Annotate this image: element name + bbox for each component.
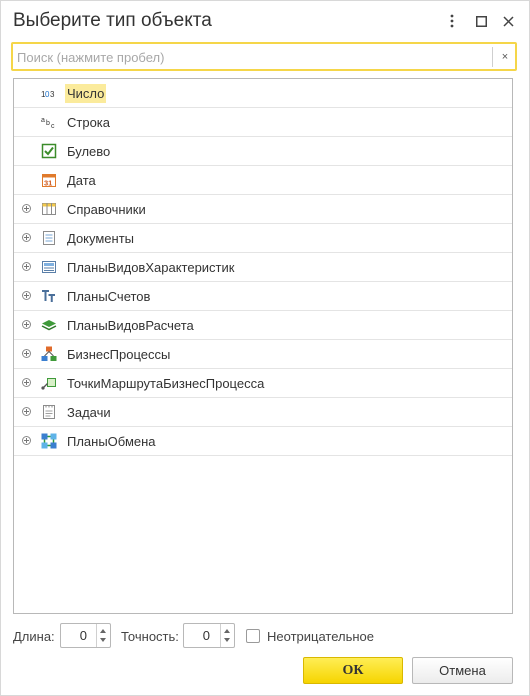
characteristics-plan-icon (41, 259, 57, 275)
expand-icon[interactable] (22, 407, 31, 416)
dialog-title: Выберите тип объекта (13, 10, 212, 31)
tree-item-route-points[interactable]: ТочкиМаршрутаБизнесПроцесса (14, 369, 512, 398)
tree-item-number[interactable]: 103 Число (14, 79, 512, 108)
tree-item-label: Дата (67, 173, 96, 188)
clear-search-icon[interactable]: × (495, 45, 515, 69)
tree-item-label: ПланыВидовРасчета (67, 318, 194, 333)
accounts-plan-icon (41, 288, 57, 304)
expand-icon[interactable] (22, 378, 31, 387)
svg-text:b: b (46, 120, 50, 127)
business-process-icon (41, 346, 57, 362)
tree-item-label: БизнесПроцессы (67, 347, 171, 362)
tree-item-label: Булево (67, 144, 111, 159)
tree-item-label: ПланыОбмена (67, 434, 156, 449)
svg-text:a: a (41, 117, 45, 124)
catalog-table-icon (41, 201, 57, 217)
calculation-plan-layers-icon (41, 317, 57, 333)
select-type-dialog: Выберите тип объекта × 103 Число abc Стр… (0, 0, 530, 696)
tree-item-date[interactable]: 31 Дата (14, 166, 512, 195)
expand-icon[interactable] (22, 320, 31, 329)
tree-item-string[interactable]: abc Строка (14, 108, 512, 137)
expand-icon[interactable] (22, 436, 31, 445)
search-divider (492, 47, 493, 67)
search-input[interactable] (17, 47, 487, 67)
boolean-checkbox-icon (41, 143, 57, 159)
tree-item-account-plans[interactable]: ПланыСчетов (14, 282, 512, 311)
tree-item-label: Число (65, 84, 107, 103)
nonnegative-checkbox[interactable] (246, 629, 260, 643)
number-icon: 103 (41, 85, 57, 101)
tree-item-label: ПланыСчетов (67, 289, 151, 304)
title-bar: Выберите тип объекта (1, 1, 529, 41)
svg-text:3: 3 (50, 90, 55, 99)
decrement-icon[interactable] (100, 638, 106, 642)
expand-icon[interactable] (22, 262, 31, 271)
svg-text:31: 31 (44, 179, 52, 188)
tree-item-exchange-plans[interactable]: ПланыОбмена (14, 427, 512, 456)
expand-icon[interactable] (22, 349, 31, 358)
ok-button[interactable]: ОК (303, 657, 403, 684)
tree-item-label: Справочники (67, 202, 146, 217)
calendar-date-icon: 31 (41, 172, 57, 188)
tree-item-boolean[interactable]: Булево (14, 137, 512, 166)
tree-item-catalogs[interactable]: Справочники (14, 195, 512, 224)
tree-item-label: Строка (67, 115, 111, 130)
increment-icon[interactable] (100, 629, 106, 633)
more-options-icon[interactable] (442, 11, 462, 31)
tree-item-characteristic-plans[interactable]: ПланыВидовХарактеристик (14, 253, 512, 282)
document-icon (41, 230, 57, 246)
task-icon (41, 404, 57, 420)
precision-stepper[interactable]: 0 (183, 623, 235, 648)
route-point-icon (41, 375, 57, 391)
length-value[interactable]: 0 (65, 628, 87, 643)
tree-item-business-processes[interactable]: БизнесПроцессы (14, 340, 512, 369)
type-parameters: Длина: 0 Точность: 0 Неотрицательное (1, 621, 529, 651)
nonnegative-label[interactable]: Неотрицательное (267, 629, 374, 644)
expand-icon[interactable] (22, 233, 31, 242)
tree-item-label: ПланыВидовХарактеристик (67, 260, 235, 275)
tree-item-tasks[interactable]: Задачи (14, 398, 512, 427)
close-icon[interactable] (498, 11, 518, 31)
tree-item-calculation-plans[interactable]: ПланыВидовРасчета (14, 311, 512, 340)
precision-value[interactable]: 0 (188, 628, 210, 643)
exchange-plan-icon (41, 433, 57, 449)
expand-icon[interactable] (22, 204, 31, 213)
length-stepper[interactable]: 0 (60, 623, 111, 648)
cancel-button[interactable]: Отмена (412, 657, 513, 684)
tree-item-label: Документы (67, 231, 135, 246)
expand-icon[interactable] (22, 291, 31, 300)
maximize-icon[interactable] (471, 11, 491, 31)
string-icon: abc (41, 114, 57, 130)
tree-item-label: Задачи (67, 405, 111, 420)
increment-icon[interactable] (224, 629, 230, 633)
svg-text:c: c (51, 123, 55, 130)
tree-item-label: ТочкиМаршрутаБизнесПроцесса (67, 376, 265, 391)
precision-stepper-arrows[interactable] (220, 624, 234, 647)
precision-label: Точность: (121, 629, 179, 644)
search-box: × (11, 42, 517, 71)
decrement-icon[interactable] (224, 638, 230, 642)
tree-item-documents[interactable]: Документы (14, 224, 512, 253)
length-stepper-arrows[interactable] (96, 624, 110, 647)
length-label: Длина: (13, 629, 55, 644)
type-tree[interactable]: 103 Число abc Строка Булево 31 Дата Спра… (13, 78, 513, 614)
